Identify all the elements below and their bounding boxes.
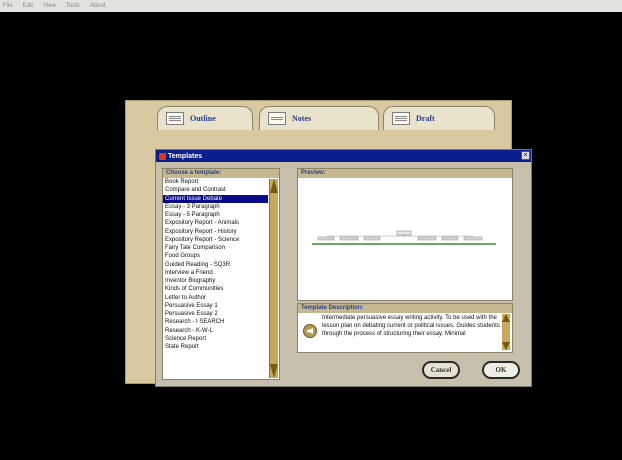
description-panel: Template Description: Intermediate persu… [297,303,513,353]
scroll-down-icon[interactable] [270,364,278,378]
cancel-button[interactable]: Cancel [422,361,460,379]
menu-bar: File Edit View Tools About [0,0,622,12]
template-list-item[interactable]: Interview a Friend [163,269,268,277]
template-list-item[interactable]: Research - K-W-L [163,327,268,335]
dialog-title-bar: Templates × [156,150,531,162]
desc-scroll-down-icon[interactable] [502,342,510,350]
template-list-item[interactable]: Kinds of Communities [163,285,268,293]
tab-outline-label: Outline [190,114,216,123]
preview-label: Preview: [298,169,512,178]
desc-scroll-up-icon[interactable] [502,314,510,322]
menu-view[interactable]: View [43,0,56,12]
template-list-item[interactable]: Book Report [163,178,268,186]
tab-draft-label: Draft [416,114,435,123]
template-list-item[interactable]: Science Report [163,335,268,343]
tab-outline[interactable]: Outline [157,106,253,130]
template-list-item[interactable]: Letter to Author [163,294,268,302]
template-list-item[interactable]: Essay - 5 Paragraph [163,211,268,219]
template-list-item[interactable]: Essay - 3 Paragraph [163,203,268,211]
preview-panel: Preview: [297,168,513,301]
template-list-item[interactable]: Expository Report - Animals [163,219,268,227]
template-list-item[interactable]: Food Groups [163,252,268,260]
template-list-item[interactable]: Expository Report - History [163,228,268,236]
template-description: Intermediate persuasive essay writing ac… [322,315,500,337]
description-scrollbar[interactable] [502,314,510,350]
menu-about[interactable]: About [90,0,106,12]
draft-icon [392,112,410,125]
tab-notes-label: Notes [292,114,312,123]
app-icon [159,152,166,160]
scroll-up-icon[interactable] [270,179,278,193]
template-list-item[interactable]: Persuasive Essay 1 [163,302,268,310]
template-list-item[interactable]: Fairy Tale Comparison [163,244,268,252]
menu-file[interactable]: File [3,0,13,12]
template-list-panel: Choose a template: Book Report Compare an… [162,168,280,380]
template-list-item[interactable]: Inventor Biography [163,277,268,285]
template-list-item[interactable]: Persuasive Essay 2 [163,310,268,318]
ok-button[interactable]: OK [482,361,520,379]
dialog-title: Templates [168,152,203,160]
template-list-item[interactable]: Research - I SEARCH [163,318,268,326]
template-list-item[interactable]: Current Issue Debate [163,194,268,203]
template-list-header: Choose a template: [163,169,279,178]
template-list: Book Report Compare and Contrast Current I… [163,178,279,351]
notes-icon [268,112,286,125]
template-list-item[interactable]: Expository Report - Science [163,236,268,244]
template-list-item[interactable]: Guided Reading - SQ3R [163,261,268,269]
description-label: Template Description: [298,304,512,313]
menu-edit[interactable]: Edit [23,0,33,12]
template-list-scrollbar[interactable] [269,179,278,378]
tab-notes[interactable]: Notes [259,106,379,130]
menu-tools[interactable]: Tools [66,0,80,12]
tab-draft[interactable]: Draft [383,106,495,130]
templates-dialog: Templates × Choose a template: Book Repo… [155,149,532,387]
close-button[interactable]: × [521,151,530,160]
template-list-item[interactable]: State Report [163,343,268,351]
template-list-item[interactable]: Compare and Contrast [163,186,268,194]
speaker-icon[interactable] [303,324,317,338]
outline-icon [166,112,184,125]
preview-image [312,230,496,245]
